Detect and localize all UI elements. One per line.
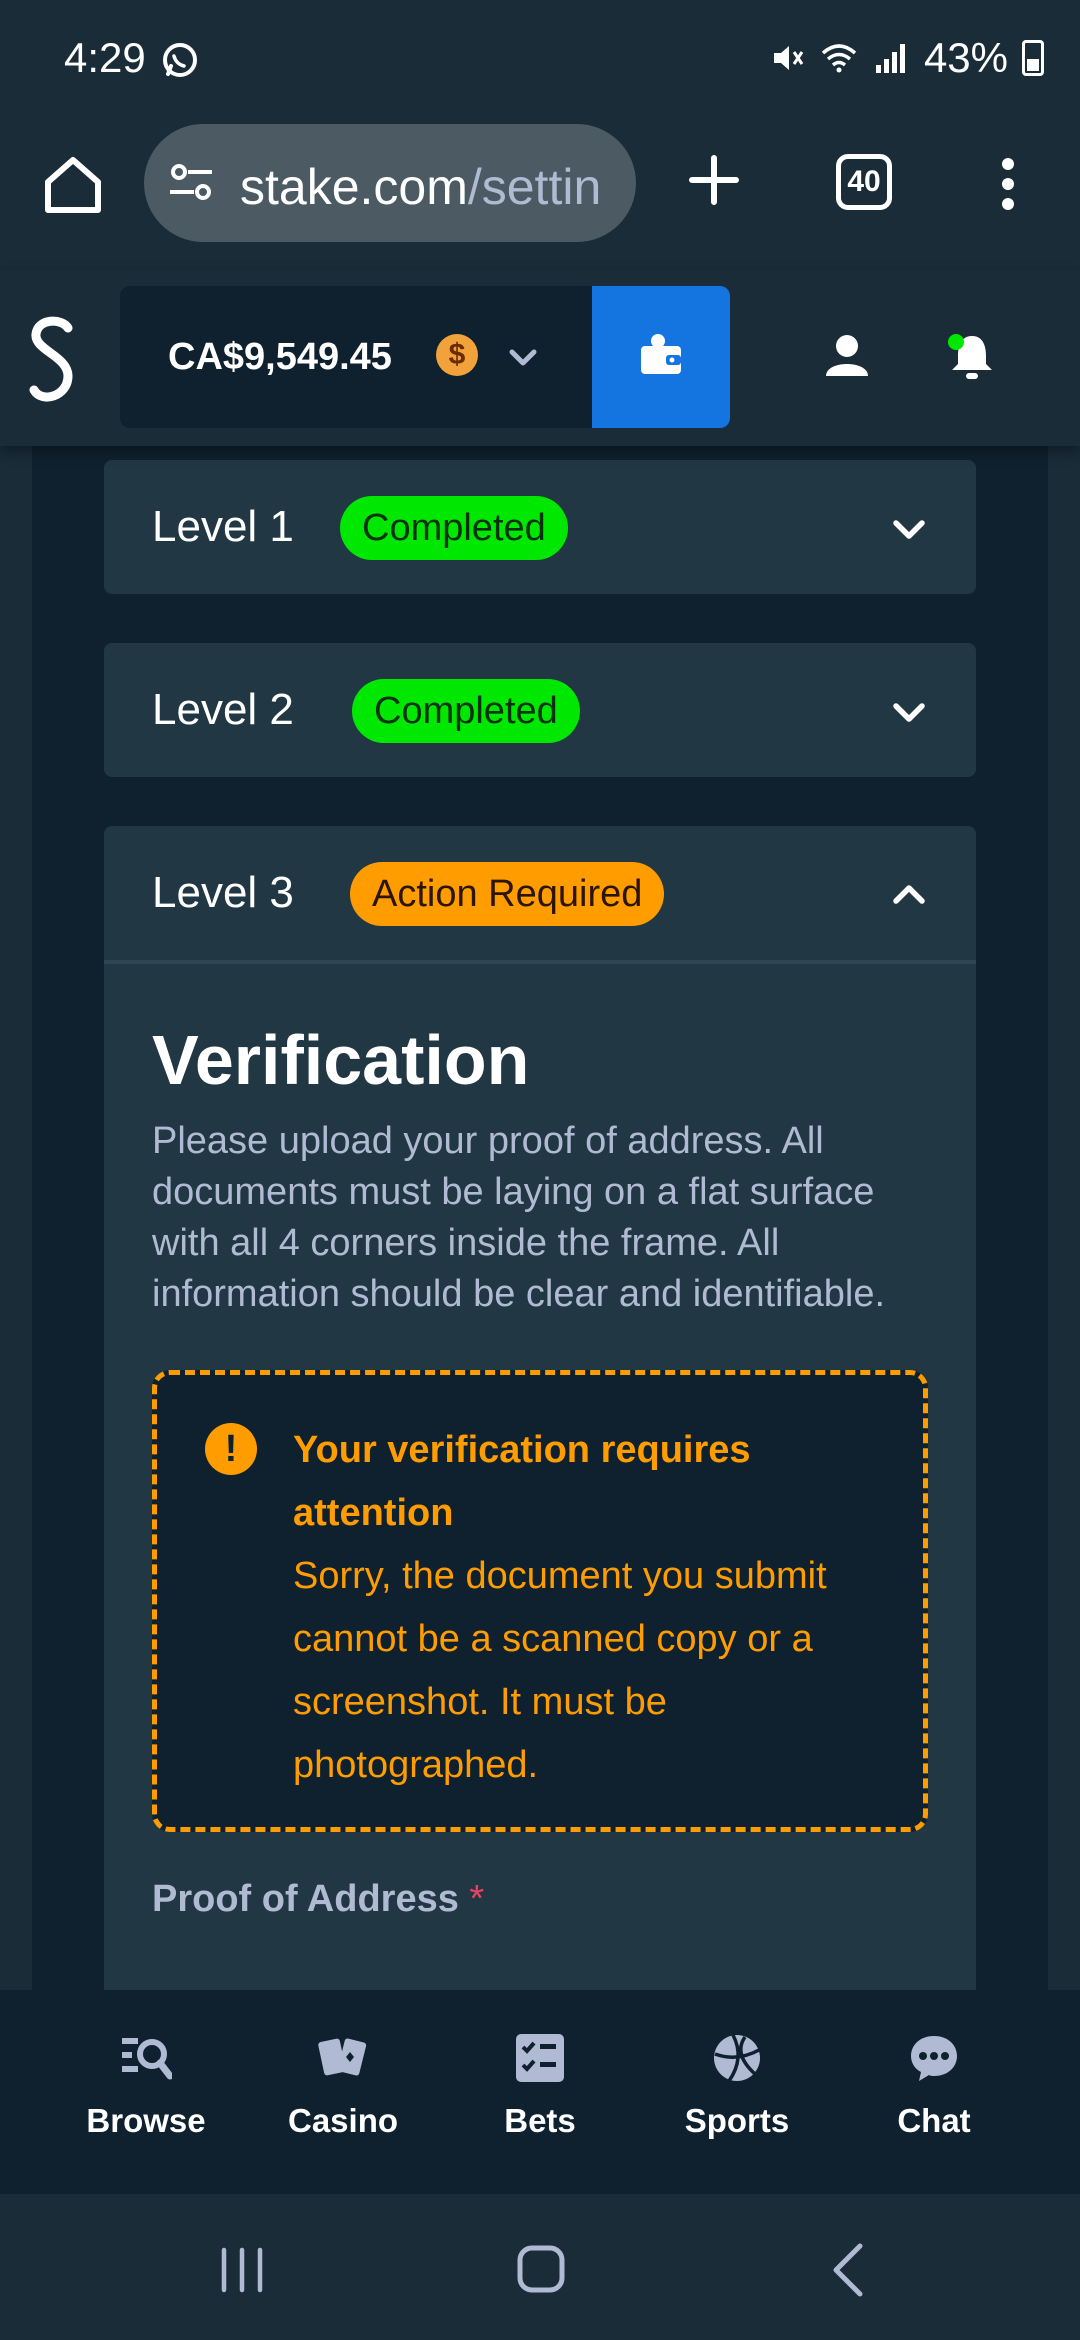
level-3-card[interactable]: Level 3 Action Required Verification Ple… [104,826,976,1990]
chat-icon [911,2036,957,2081]
status-badge: Completed [352,679,580,743]
level-2-card[interactable]: Level 2 Completed [104,643,976,777]
level-1-header[interactable]: Level 1 Completed [104,460,976,594]
address-bar[interactable]: stake.com/settin [144,124,636,242]
field-label: Proof of Address [152,1878,459,1920]
status-bar: 4:29 43% [0,0,1080,120]
nav-bets[interactable]: Bets [450,2032,630,2140]
nav-label: Sports [684,2102,790,2139]
url-path: /settin [467,159,602,215]
wifi-icon [821,44,857,73]
chevron-down-icon [509,349,537,366]
chevron-up-icon[interactable] [890,876,928,914]
required-marker: * [469,1878,485,1920]
back-icon[interactable] [828,2242,868,2298]
stake-logo[interactable] [24,312,80,408]
status-badge: Completed [340,496,568,560]
level-3-body: Verification Please upload your proof of… [104,960,976,1921]
warning-icon: ! [205,1423,257,1475]
url-text: stake.com/settin [240,158,601,216]
level-3-header[interactable]: Level 3 Action Required [104,826,976,960]
system-navigation-bar [0,2194,1080,2340]
browser-home-button[interactable] [40,152,106,218]
chevron-down-icon[interactable] [890,693,928,731]
balance-selector[interactable]: CA$9,549.45 $ [120,286,592,428]
level-label: Level 2 [152,685,294,734]
url-host: stake.com [240,159,468,215]
alert-title: Your verification requires attention [293,1429,751,1534]
nav-chat[interactable]: Chat [844,2032,1024,2140]
bottom-navigation: Browse Casino Bets Sports Chat [0,1990,1080,2194]
level-1-card[interactable]: Level 1 Completed [104,460,976,594]
new-tab-button[interactable] [686,152,742,208]
battery-percent: 43% [923,34,1008,81]
level-label: Level 3 [152,868,294,917]
bets-icon [516,2034,564,2082]
status-time: 4:29 [64,34,146,81]
alert-text: Your verification requires attention Sor… [293,1419,903,1797]
casino-icon [318,2038,367,2076]
browser-toolbar: stake.com/settin 40 [0,120,1080,270]
whatsapp-icon [163,43,197,77]
tab-switcher-button[interactable]: 40 [836,154,892,210]
wallet-button[interactable] [592,286,730,428]
browser-menu-button[interactable] [1000,156,1016,212]
battery-icon [1022,40,1044,76]
verification-description: Please upload your proof of address. All… [152,1120,886,1315]
nav-label: Bets [504,2102,576,2139]
signal-icon [875,44,905,73]
user-icon[interactable] [824,332,870,378]
level-2-header[interactable]: Level 2 Completed [104,643,976,777]
home-icon[interactable] [516,2244,566,2294]
verification-title: Verification [152,1021,530,1099]
mute-icon [773,46,804,70]
notification-dot [948,334,964,350]
browse-icon [122,2038,172,2080]
nav-casino[interactable]: Casino [253,2032,433,2140]
nav-label: Browse [86,2102,206,2139]
app-header: CA$9,549.45 $ [0,270,1080,446]
status-icons: 43% [768,34,1044,82]
alert-message: Sorry, the document you submit cannot be… [293,1555,827,1786]
nav-label: Casino [287,2102,399,2139]
proof-of-address-label: Proof of Address * [152,1878,928,1921]
wallet-icon [641,334,681,374]
chevron-down-icon[interactable] [890,510,928,548]
nav-sports[interactable]: Sports [647,2032,827,2140]
recent-apps-icon[interactable] [218,2246,266,2294]
sports-icon [714,2034,760,2082]
currency-coin-icon: $ [436,334,478,376]
main-content[interactable]: Level 1 Completed Level 2 Completed Leve… [0,446,1080,1990]
verification-alert: ! Your verification requires attention S… [152,1370,928,1832]
nav-label: Chat [897,2102,971,2139]
balance-amount: CA$9,549.45 [168,336,392,378]
level-label: Level 1 [152,502,294,551]
site-settings-icon[interactable] [168,162,214,202]
nav-browse[interactable]: Browse [56,2032,236,2140]
status-badge: Action Required [350,862,665,926]
